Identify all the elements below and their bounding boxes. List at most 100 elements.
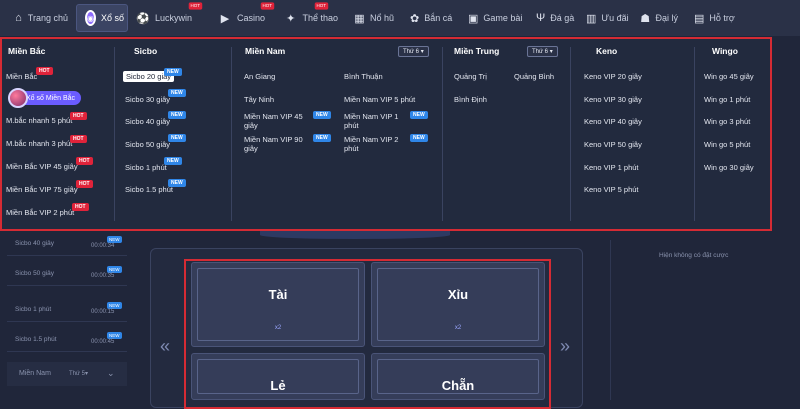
menu-item[interactable]: Miền Bắc VIP 45 giây: [6, 162, 78, 171]
menu-item[interactable]: M.bắc nhanh 3 phút: [6, 139, 72, 148]
bet-option-chan[interactable]: Chẵn: [371, 353, 545, 400]
menu-item[interactable]: Bình Thuận: [344, 72, 383, 81]
nav-agent[interactable]: ☗ Đại lý: [632, 4, 686, 32]
bet-option-le[interactable]: Lẻ: [191, 353, 365, 400]
bet-option-label: Chẵn: [441, 378, 475, 393]
rooster-icon: Ψ: [536, 12, 546, 24]
new-badge: NEW: [168, 89, 186, 97]
nav-luckywin[interactable]: ⚽ Luckywin HOT: [128, 2, 210, 32]
keno-title: Keno: [596, 46, 618, 56]
menu-item[interactable]: Miền Bắc VIP 75 giây: [6, 185, 78, 194]
list-item[interactable]: Sicbo 50 giây NEW 00:00:35: [7, 262, 127, 286]
region-filter[interactable]: Miền Nam Thứ 5 ▾ ⌄: [7, 362, 127, 386]
lottery-icon: ◉: [85, 10, 96, 26]
menu-item[interactable]: Sicbo 40 giây: [125, 117, 170, 126]
list-item[interactable]: Sicbo 1.5 phút NEW 00:00:45: [7, 328, 127, 352]
menu-item[interactable]: Miền Nam VIP 5 phút: [344, 95, 415, 104]
mien-nam-title: Miền Nam: [245, 46, 286, 56]
list-item[interactable]: Sicbo 40 giây NEW 00:00:34: [7, 232, 127, 256]
menu-item[interactable]: Miền Nam VIP 90 giây: [244, 135, 314, 153]
nav-slots[interactable]: ▦ Nổ hũ: [346, 4, 402, 32]
menu-item[interactable]: Miền Nam VIP 2 phút: [344, 135, 414, 153]
bet-option-tai[interactable]: Tài x2: [191, 262, 365, 347]
countdown: 00:00:35: [91, 273, 115, 279]
bet-history-panel: Hiện không có đặt cược: [610, 240, 800, 400]
nav-fishing[interactable]: ✿ Bắn cá: [402, 4, 460, 32]
menu-item[interactable]: Keno VIP 30 giây: [584, 95, 642, 104]
day-select[interactable]: Thứ 6 ▾: [527, 46, 558, 57]
list-item[interactable]: Sicbo 1 phút NEW 00:00:15: [7, 298, 127, 322]
sicbo-title: Sicbo: [134, 46, 158, 56]
menu-item[interactable]: Sicbo 50 giây: [125, 140, 170, 149]
region-filter-select[interactable]: Thứ 5: [69, 371, 85, 377]
gamepad-icon: ▣: [468, 12, 479, 25]
chevron-down-icon: ▾: [85, 371, 89, 377]
new-badge: NEW: [168, 179, 186, 187]
menu-item[interactable]: Miền Nam VIP 1 phút: [344, 112, 414, 130]
menu-item[interactable]: Miền Nam VIP 45 giây: [244, 112, 314, 130]
divider: [114, 47, 115, 221]
hot-badge: HOT: [76, 157, 93, 165]
menu-item[interactable]: Win go 1 phút: [704, 95, 750, 104]
menu-item[interactable]: Miền Bắc VIP 2 phút: [6, 208, 74, 217]
menu-item[interactable]: An Giang: [244, 72, 275, 81]
support-icon: ▤: [694, 12, 705, 25]
menu-item[interactable]: Win go 45 giây: [704, 72, 754, 81]
nav-lottery[interactable]: ◉ Xổ số: [76, 4, 128, 32]
list-item-name: Sicbo 50 giây: [15, 270, 55, 277]
nav-agent-label: Đại lý: [655, 13, 678, 23]
decorative-band: [260, 231, 450, 239]
nav-cards-label: Game bài: [483, 13, 523, 23]
menu-item-selected[interactable]: Xổ số Miền Bắc: [8, 88, 82, 108]
menu-item[interactable]: M.bắc nhanh 5 phút: [6, 116, 72, 125]
new-badge: NEW: [107, 236, 122, 243]
hot-tag: HOT: [188, 2, 202, 10]
nav-cockfight[interactable]: Ψ Đá gà: [528, 4, 578, 32]
menu-item[interactable]: Sicbo 30 giây: [125, 95, 170, 104]
menu-item[interactable]: Sicbo 1 phút: [125, 163, 167, 172]
menu-item[interactable]: Keno VIP 5 phút: [584, 185, 639, 194]
bet-option-xiu[interactable]: Xỉu x2: [371, 262, 545, 347]
nav-sports[interactable]: ✦ Thể thao HOT: [276, 2, 346, 32]
new-badge: NEW: [410, 111, 428, 119]
new-badge: NEW: [107, 332, 122, 339]
top-nav: ⌂ Trang chủ ◉ Xổ số ⚽ Luckywin HOT ▶ Cas…: [0, 0, 800, 36]
menu-item[interactable]: Win go 30 giây: [704, 163, 754, 172]
menu-item[interactable]: Keno VIP 40 giây: [584, 117, 642, 126]
nav-promo-label: Ưu đãi: [601, 13, 629, 23]
empty-bets-text: Hiện không có đặt cược: [659, 252, 729, 259]
menu-item[interactable]: Keno VIP 50 giây: [584, 140, 642, 149]
menu-item[interactable]: Quảng Bình: [514, 72, 554, 81]
fish-icon: ✿: [410, 12, 420, 25]
menu-item[interactable]: Bình Định: [454, 95, 487, 104]
divider: [694, 47, 695, 221]
countdown: 00:00:15: [91, 309, 115, 315]
nav-support[interactable]: ▤ Hỗ trợ: [686, 4, 742, 32]
nav-home-label: Trang chủ: [27, 13, 68, 23]
chevron-down-icon[interactable]: ⌄: [107, 368, 115, 379]
menu-item[interactable]: Sicbo 1.5 phút: [125, 185, 173, 194]
hot-badge: HOT: [76, 180, 93, 188]
menu-item[interactable]: Tây Ninh: [244, 95, 274, 104]
chevron-right-icon[interactable]: »: [560, 336, 570, 357]
bet-option-odds: x2: [274, 325, 282, 331]
list-item-name: Sicbo 1 phút: [15, 306, 52, 313]
mien-trung-title: Miền Trung: [454, 46, 500, 56]
nav-cards[interactable]: ▣ Game bài: [460, 4, 528, 32]
menu-item[interactable]: Keno VIP 20 giây: [584, 72, 642, 81]
nav-home[interactable]: ⌂ Trang chủ: [6, 4, 76, 32]
menu-item[interactable]: Win go 3 phút: [704, 117, 750, 126]
menu-item[interactable]: Keno VIP 1 phút: [584, 163, 639, 172]
slot-icon: ▦: [354, 12, 365, 25]
bet-option-odds: x2: [454, 325, 462, 331]
nav-casino[interactable]: ▶ Casino HOT: [210, 2, 276, 32]
menu-item[interactable]: Quảng Trị: [454, 72, 487, 81]
day-select[interactable]: Thứ 6 ▾: [398, 46, 429, 57]
mien-bac-title: Miền Bắc: [8, 46, 46, 56]
region-filter-label: Miền Nam: [19, 370, 51, 377]
nav-promo[interactable]: ▥ Ưu đãi: [578, 4, 632, 32]
chevron-left-icon[interactable]: «: [160, 336, 170, 357]
menu-item[interactable]: Miền Bắc: [6, 72, 37, 81]
new-badge: NEW: [168, 111, 186, 119]
menu-item[interactable]: Win go 5 phút: [704, 140, 750, 149]
